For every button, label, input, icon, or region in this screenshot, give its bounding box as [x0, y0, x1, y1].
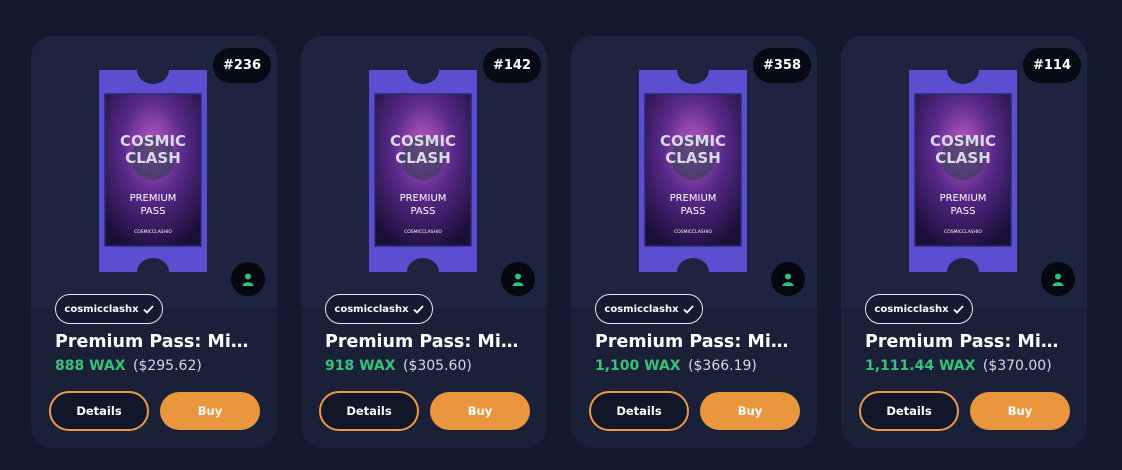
details-button[interactable]: Details — [859, 391, 959, 431]
nft-card[interactable]: COSMIC CLASH PREMIUM PASS COSMICCLASHIO … — [571, 36, 817, 448]
ticket-footer: COSMICCLASHIO — [944, 229, 982, 235]
price-usd: ($305.60) — [403, 358, 472, 374]
collection-badge[interactable]: cosmicclashx — [325, 294, 433, 324]
price-usd: ($370.00) — [982, 358, 1052, 374]
price-row: 1,100 WAX ($366.19) — [595, 358, 757, 374]
check-icon — [682, 304, 694, 314]
collection-badge[interactable]: cosmicclashx — [865, 294, 973, 324]
price-usd: ($295.62) — [133, 358, 202, 374]
check-icon — [952, 304, 964, 314]
edition-badge: #236 — [212, 48, 271, 83]
price-wax: 1,100 WAX — [595, 358, 681, 374]
check-icon — [412, 304, 424, 314]
price-wax: 1,111.44 WAX — [865, 358, 976, 374]
premium-pass-ticket-image[interactable]: COSMIC CLASH PREMIUM PASS COSMICCLASHIO — [93, 66, 213, 276]
ticket-title-line2: CLASH — [395, 149, 451, 167]
ticket-title-line2: CLASH — [935, 149, 991, 167]
ticket-sub-line1: PREMIUM — [130, 193, 177, 204]
ticket-title-line1: COSMIC — [390, 132, 456, 150]
collection-name: cosmicclashx — [64, 303, 139, 315]
ticket-footer: COSMICCLASHIO — [674, 229, 712, 235]
ticket-title-line1: COSMIC — [930, 132, 996, 150]
asset-name: Premium Pass: Mil... — [55, 332, 251, 352]
details-button[interactable]: Details — [319, 391, 419, 431]
price-row: 1,111.44 WAX ($370.00) — [865, 358, 1052, 374]
price-wax: 918 WAX — [325, 358, 396, 374]
user-icon[interactable] — [231, 262, 265, 296]
ticket-title-line1: COSMIC — [120, 132, 186, 150]
edition-badge: #142 — [482, 48, 541, 83]
nft-card[interactable]: COSMIC CLASH PREMIUM PASS COSMICCLASHIO … — [31, 36, 277, 448]
ticket-title-line2: CLASH — [125, 149, 181, 167]
ticket-title-line2: CLASH — [665, 149, 721, 167]
nft-card-grid: COSMIC CLASH PREMIUM PASS COSMICCLASHIO … — [0, 0, 1122, 470]
details-button[interactable]: Details — [49, 391, 149, 431]
price-row: 918 WAX ($305.60) — [325, 358, 472, 374]
collection-badge[interactable]: cosmicclashx — [55, 294, 163, 324]
collection-name: cosmicclashx — [604, 303, 679, 315]
ticket-sub-line1: PREMIUM — [400, 193, 447, 204]
price-wax: 888 WAX — [55, 358, 126, 374]
buy-button[interactable]: Buy — [970, 392, 1070, 430]
ticket-footer: COSMICCLASHIO — [404, 229, 442, 235]
asset-name: Premium Pass: Mil... — [325, 332, 521, 352]
ticket-sub-line2: PASS — [951, 206, 976, 217]
collection-badge[interactable]: cosmicclashx — [595, 294, 703, 324]
price-row: 888 WAX ($295.62) — [55, 358, 202, 374]
edition-badge: #114 — [1022, 48, 1081, 83]
edition-badge: #358 — [752, 48, 811, 83]
premium-pass-ticket-image[interactable]: COSMIC CLASH PREMIUM PASS COSMICCLASHIO — [633, 66, 753, 276]
ticket-sub-line2: PASS — [141, 206, 166, 217]
details-button[interactable]: Details — [589, 391, 689, 431]
nft-card[interactable]: COSMIC CLASH PREMIUM PASS COSMICCLASHIO … — [841, 36, 1087, 448]
ticket-title-line1: COSMIC — [660, 132, 726, 150]
premium-pass-ticket-image[interactable]: COSMIC CLASH PREMIUM PASS COSMICCLASHIO — [363, 66, 483, 276]
asset-name: Premium Pass: Mil... — [865, 332, 1061, 352]
ticket-sub-line1: PREMIUM — [670, 193, 717, 204]
collection-name: cosmicclashx — [334, 303, 409, 315]
user-icon[interactable] — [1041, 262, 1075, 296]
ticket-sub-line1: PREMIUM — [940, 193, 987, 204]
user-icon[interactable] — [501, 262, 535, 296]
buy-button[interactable]: Buy — [430, 392, 530, 430]
collection-name: cosmicclashx — [874, 303, 949, 315]
check-icon — [142, 304, 154, 314]
user-icon[interactable] — [771, 262, 805, 296]
buy-button[interactable]: Buy — [700, 392, 800, 430]
premium-pass-ticket-image[interactable]: COSMIC CLASH PREMIUM PASS COSMICCLASHIO — [903, 66, 1023, 276]
asset-name: Premium Pass: Mil... — [595, 332, 791, 352]
nft-card[interactable]: COSMIC CLASH PREMIUM PASS COSMICCLASHIO … — [301, 36, 547, 448]
buy-button[interactable]: Buy — [160, 392, 260, 430]
ticket-sub-line2: PASS — [681, 206, 706, 217]
ticket-footer: COSMICCLASHIO — [134, 229, 172, 235]
ticket-sub-line2: PASS — [411, 206, 436, 217]
price-usd: ($366.19) — [688, 358, 757, 374]
